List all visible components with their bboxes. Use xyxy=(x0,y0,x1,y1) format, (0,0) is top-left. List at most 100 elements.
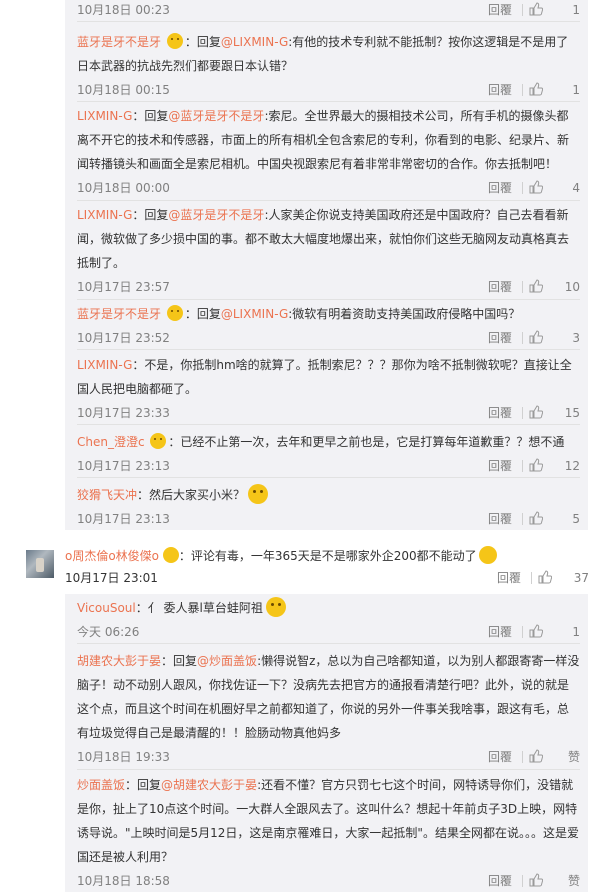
divider xyxy=(522,875,523,887)
reply-meta: 今天 06:26 回覆 1 xyxy=(77,621,580,643)
like-count: 1 xyxy=(572,625,580,639)
divider xyxy=(522,751,523,763)
reply-text: VicouSoul：亻 委人暴l草台蛙阿祖 xyxy=(77,596,580,620)
reply-to-label: 回复 xyxy=(196,307,221,321)
reply-meta: 10月17日 23:52 回覆 3 xyxy=(77,327,580,349)
divider xyxy=(522,281,523,293)
timestamp: 10月17日 23:01 xyxy=(65,571,158,585)
reply-meta: 10月17日 23:57 回覆 10 xyxy=(77,276,580,298)
thumbs-up-icon[interactable] xyxy=(529,279,543,293)
reply-username[interactable]: 胡建农大彭于晏 xyxy=(77,654,161,668)
reply-button[interactable]: 回覆 xyxy=(488,746,512,768)
thumbs-up-icon[interactable] xyxy=(529,2,543,16)
reply-text: LIXMIN-G：不是，你抵制hm啥的就算了。抵制索尼？？？那你为啥不抵制微软呢… xyxy=(77,353,580,401)
reply-button[interactable]: 回覆 xyxy=(497,567,521,589)
divider xyxy=(522,332,523,344)
thumbs-up-icon[interactable] xyxy=(529,873,543,887)
divider xyxy=(522,513,523,525)
reply-item: LIXMIN-G：回复@蓝牙是牙不是牙:索尼。全世界最大的摄相技术公司，所有手机… xyxy=(77,104,580,201)
reply-meta: 10月18日 00:00 回覆 4 xyxy=(77,177,580,199)
divider-line xyxy=(77,477,580,478)
thumbs-up-icon[interactable] xyxy=(529,180,543,194)
divider-line xyxy=(77,643,580,644)
reply-button[interactable]: 回覆 xyxy=(488,621,512,643)
reply-to-label: 回复 xyxy=(137,778,162,792)
avatar[interactable] xyxy=(26,550,54,578)
reply-text: Chen_澄澄c ：已经不止第一次，去年和更早之前也是，它是打算每年道歉重？？想… xyxy=(77,430,580,454)
shy-emoji-icon xyxy=(162,547,179,563)
reply-username[interactable]: Chen_澄澄c xyxy=(77,435,145,449)
reply-meta: 10月17日 23:33 回覆 15 xyxy=(77,402,580,424)
timestamp: 10月18日 00:00 xyxy=(77,181,170,195)
like-count: 10 xyxy=(564,280,580,294)
divider-line xyxy=(77,349,580,350)
comment-meta: 10月17日 23:01 回覆 37 xyxy=(65,567,589,589)
reply-button[interactable]: 回覆 xyxy=(488,402,512,424)
thumbs-up-icon[interactable] xyxy=(529,458,543,472)
reply-item: 蓝牙是牙不是牙 ：回复@LIXMIN-G:有他的技术专利就不能抵制？按你这逻辑是… xyxy=(77,30,580,102)
reply-item: 蓝牙是牙不是牙 ：回复@LIXMIN-G:微软有明着资助支持美国政府侵略中国吗？… xyxy=(77,302,580,350)
grin-emoji-icon xyxy=(265,597,286,617)
reply-username[interactable]: 蓝牙是牙不是牙 xyxy=(77,307,161,321)
divider xyxy=(522,460,523,472)
timestamp: 10月17日 23:13 xyxy=(77,512,170,526)
reply-button[interactable]: 回覆 xyxy=(488,870,512,892)
reply-button[interactable]: 回覆 xyxy=(488,79,512,101)
reply-button[interactable]: 回覆 xyxy=(488,276,512,298)
like-count: 37 xyxy=(573,571,589,585)
reply-body: ：不是，你抵制hm啥的就算了。抵制索尼？？？那你为啥不抵制微软呢？直接让全国人民… xyxy=(77,358,572,396)
reply-username[interactable]: VicouSoul xyxy=(77,601,136,615)
reply-username[interactable]: 狡猾飞天冲 xyxy=(77,488,137,502)
thumbs-up-icon[interactable] xyxy=(529,330,543,344)
mention-link[interactable]: @蓝牙是牙不是牙 xyxy=(168,208,264,222)
like-count: 赞 xyxy=(567,874,580,888)
reply-username[interactable]: LIXMIN-G xyxy=(77,208,132,222)
comment-body: ：评论有毒，一年365天是不是哪家外企200都不能动了 xyxy=(178,549,477,563)
reply-text: 蓝牙是牙不是牙 ：回复@LIXMIN-G:有他的技术专利就不能抵制？按你这逻辑是… xyxy=(77,33,569,73)
timestamp: 10月18日 18:58 xyxy=(77,874,170,888)
reply-username[interactable]: 蓝牙是牙不是牙 xyxy=(77,35,161,49)
reply-button[interactable]: 回覆 xyxy=(488,455,512,477)
thumbs-up-icon[interactable] xyxy=(529,624,543,638)
smirk-emoji-icon xyxy=(478,546,497,564)
mention-link[interactable]: @LIXMIN-G xyxy=(221,35,288,49)
mention-link[interactable]: @LIXMIN-G xyxy=(221,307,288,321)
like-count: 15 xyxy=(564,406,580,420)
divider xyxy=(522,407,523,419)
reply-body: :微软有明着资助支持美国政府侵略中国吗？ xyxy=(288,307,521,321)
shy-emoji-icon xyxy=(150,433,167,449)
thumbs-up-icon[interactable] xyxy=(529,749,543,763)
thumbs-up-icon[interactable] xyxy=(538,570,552,584)
timestamp: 10月17日 23:57 xyxy=(77,280,170,294)
shocked-emoji-icon xyxy=(248,484,269,504)
divider xyxy=(531,572,532,584)
reply-to-label: 回复 xyxy=(144,208,169,222)
comment-username[interactable]: o周杰倫o林俊傑o xyxy=(65,549,159,563)
mention-link[interactable]: @炒面盖饭 xyxy=(197,654,257,668)
reply-username[interactable]: LIXMIN-G xyxy=(77,109,132,123)
like-count: 4 xyxy=(572,181,580,195)
timestamp: 10月18日 00:23 xyxy=(77,3,170,17)
reply-text: 胡建农大彭于晏：回复@炒面盖饭:懒得说智z，总以为自己啥都知道，以为别人都跟寄寄… xyxy=(77,654,580,740)
reply-text: 炒面盖饭：回复@胡建农大彭于晏:还看不懂？官方只罚七七这个时间，网特诱导你们，没… xyxy=(77,778,579,864)
reply-username[interactable]: 炒面盖饭 xyxy=(77,778,125,792)
reply-item: 10月18日 00:23 回覆 1 xyxy=(77,0,580,22)
reply-thread-panel: VicouSoul：亻 委人暴l草台蛙阿祖 今天 06:26 回覆 1 胡建农大… xyxy=(65,594,588,892)
like-count: 1 xyxy=(572,3,580,17)
divider-line xyxy=(77,200,580,201)
reply-button[interactable]: 回覆 xyxy=(488,0,512,21)
like-count: 1 xyxy=(572,83,580,97)
reply-button[interactable]: 回覆 xyxy=(488,327,512,349)
like-count: 12 xyxy=(564,459,580,473)
mention-link[interactable]: @蓝牙是牙不是牙 xyxy=(168,109,264,123)
timestamp: 10月17日 23:33 xyxy=(77,406,170,420)
reply-username[interactable]: LIXMIN-G xyxy=(77,358,132,372)
thumbs-up-icon[interactable] xyxy=(529,405,543,419)
timestamp: 今天 06:26 xyxy=(77,625,140,639)
reply-meta: 10月18日 18:58 回覆 赞 xyxy=(77,870,580,892)
reply-button[interactable]: 回覆 xyxy=(488,177,512,199)
reply-button[interactable]: 回覆 xyxy=(488,508,512,530)
thumbs-up-icon[interactable] xyxy=(529,82,543,96)
thumbs-up-icon[interactable] xyxy=(529,511,543,525)
mention-link[interactable]: @胡建农大彭于晏 xyxy=(161,778,257,792)
